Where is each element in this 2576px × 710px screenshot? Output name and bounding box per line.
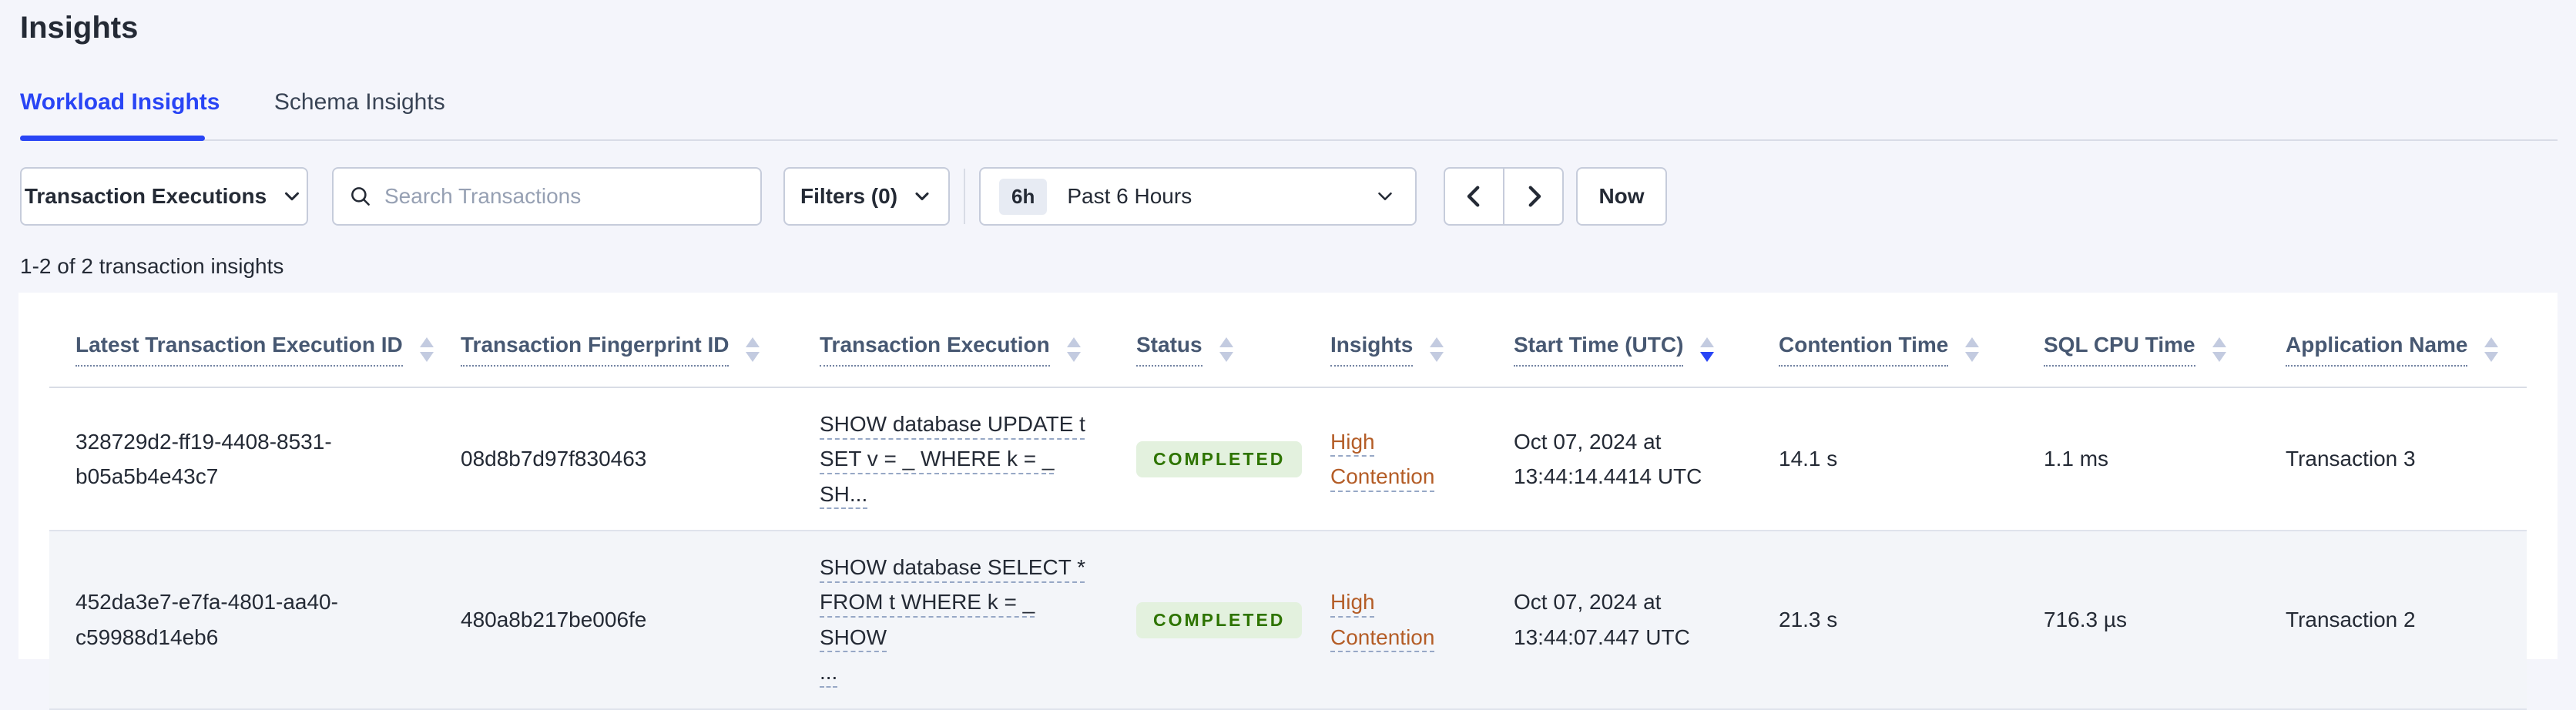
sort-icon xyxy=(746,337,760,362)
chevron-down-icon xyxy=(911,186,933,207)
cell-insights: High Contention xyxy=(1330,387,1514,532)
cell-sql-cpu-time: 1.1 ms xyxy=(2044,387,2286,532)
table-header-row: Latest Transaction Execution ID Transact… xyxy=(49,293,2527,388)
cell-sql-cpu-time: 716.3 µs xyxy=(2044,531,2286,710)
chevron-down-icon xyxy=(1374,185,1397,208)
sort-icon xyxy=(2212,337,2226,362)
search-box xyxy=(332,167,762,226)
table-row: 452da3e7-e7fa-4801-aa40- c59988d14eb6 480… xyxy=(49,531,2527,710)
sort-icon xyxy=(2484,337,2499,362)
page-title: Insights xyxy=(20,11,139,45)
column-header-transaction-execution[interactable]: Transaction Execution xyxy=(820,293,1136,388)
cell-application-name: Transaction 2 xyxy=(2286,531,2527,710)
sort-icon-active-desc xyxy=(1700,337,1715,362)
insight-link[interactable]: High Contention xyxy=(1330,430,1434,488)
cell-fingerprint-id: 480a8b217be006fe xyxy=(461,531,820,710)
column-header-transaction-fingerprint-id[interactable]: Transaction Fingerprint ID xyxy=(461,293,820,388)
sort-icon xyxy=(1965,337,1980,362)
search-input[interactable] xyxy=(384,184,746,209)
transaction-statement-link[interactable]: SHOW database UPDATE t SET v = _ WHERE k … xyxy=(820,412,1085,506)
now-button-label: Now xyxy=(1598,184,1645,208)
previous-time-range-button[interactable] xyxy=(1445,169,1503,224)
column-header-application-name[interactable]: Application Name xyxy=(2286,293,2527,388)
transaction-type-dropdown-label: Transaction Executions xyxy=(24,184,267,208)
next-time-range-button[interactable] xyxy=(1503,169,1562,224)
cell-application-name: Transaction 3 xyxy=(2286,387,2527,532)
status-badge: COMPLETED xyxy=(1136,441,1303,478)
sort-icon xyxy=(419,337,434,362)
sort-icon xyxy=(1219,337,1233,362)
cell-contention-time: 21.3 s xyxy=(1779,531,2044,710)
cell-transaction-execution: SHOW database UPDATE t SET v = _ WHERE k … xyxy=(820,387,1136,532)
chevron-right-icon xyxy=(1521,183,1547,209)
sort-icon xyxy=(1430,337,1444,362)
cell-start-time: Oct 07, 2024 at 13:44:14.4414 UTC xyxy=(1514,387,1779,532)
tab-workload-insights[interactable]: Workload Insights xyxy=(20,89,220,116)
cell-transaction-execution: SHOW database SELECT * FROM t WHERE k = _… xyxy=(820,531,1136,710)
filters-button-label: Filters (0) xyxy=(800,184,898,208)
column-header-latest-transaction-execution-id[interactable]: Latest Transaction Execution ID xyxy=(49,293,461,388)
cell-insights: High Contention xyxy=(1330,531,1514,710)
cell-fingerprint-id: 08d8b7d97f830463 xyxy=(461,387,820,532)
time-range-label: Past 6 Hours xyxy=(1067,184,1192,208)
table-row: 328729d2-ff19-4408-8531- b05a5b4e43c7 08d… xyxy=(49,387,2527,532)
cell-execution-id: 328729d2-ff19-4408-8531- b05a5b4e43c7 xyxy=(49,387,461,532)
column-header-insights[interactable]: Insights xyxy=(1330,293,1514,388)
transaction-insights-table: Latest Transaction Execution ID Transact… xyxy=(49,293,2527,710)
now-button[interactable]: Now xyxy=(1576,167,1667,226)
cell-start-time: Oct 07, 2024 at 13:44:07.447 UTC xyxy=(1514,531,1779,710)
search-icon xyxy=(347,183,374,209)
sort-icon xyxy=(1066,337,1081,362)
cell-contention-time: 14.1 s xyxy=(1779,387,2044,532)
cell-status: COMPLETED xyxy=(1136,531,1330,710)
insights-table-card: Latest Transaction Execution ID Transact… xyxy=(18,293,2558,710)
tabs-baseline xyxy=(20,139,2558,141)
insight-link[interactable]: High Contention xyxy=(1330,590,1434,648)
time-range-badge: 6h xyxy=(999,178,1048,215)
time-range-picker[interactable]: 6h Past 6 Hours xyxy=(979,167,1417,226)
results-count: 1-2 of 2 transaction insights xyxy=(20,254,284,278)
column-header-start-time[interactable]: Start Time (UTC) xyxy=(1514,293,1779,388)
chevron-left-icon xyxy=(1461,183,1488,209)
cell-status: COMPLETED xyxy=(1136,387,1330,532)
cell-execution-id: 452da3e7-e7fa-4801-aa40- c59988d14eb6 xyxy=(49,531,461,710)
column-header-sql-cpu-time[interactable]: SQL CPU Time xyxy=(2044,293,2286,388)
transaction-type-dropdown[interactable]: Transaction Executions xyxy=(20,167,308,226)
column-header-status[interactable]: Status xyxy=(1136,293,1330,388)
column-header-contention-time[interactable]: Contention Time xyxy=(1779,293,2044,388)
tab-active-indicator xyxy=(20,136,205,141)
time-range-step-buttons xyxy=(1444,167,1564,226)
filters-button[interactable]: Filters (0) xyxy=(783,167,950,226)
status-badge: COMPLETED xyxy=(1136,601,1303,638)
tab-schema-insights[interactable]: Schema Insights xyxy=(274,89,445,116)
chevron-down-icon xyxy=(280,185,304,208)
toolbar-divider xyxy=(964,169,965,224)
transaction-statement-link[interactable]: SHOW database SELECT * FROM t WHERE k = _… xyxy=(820,555,1085,684)
